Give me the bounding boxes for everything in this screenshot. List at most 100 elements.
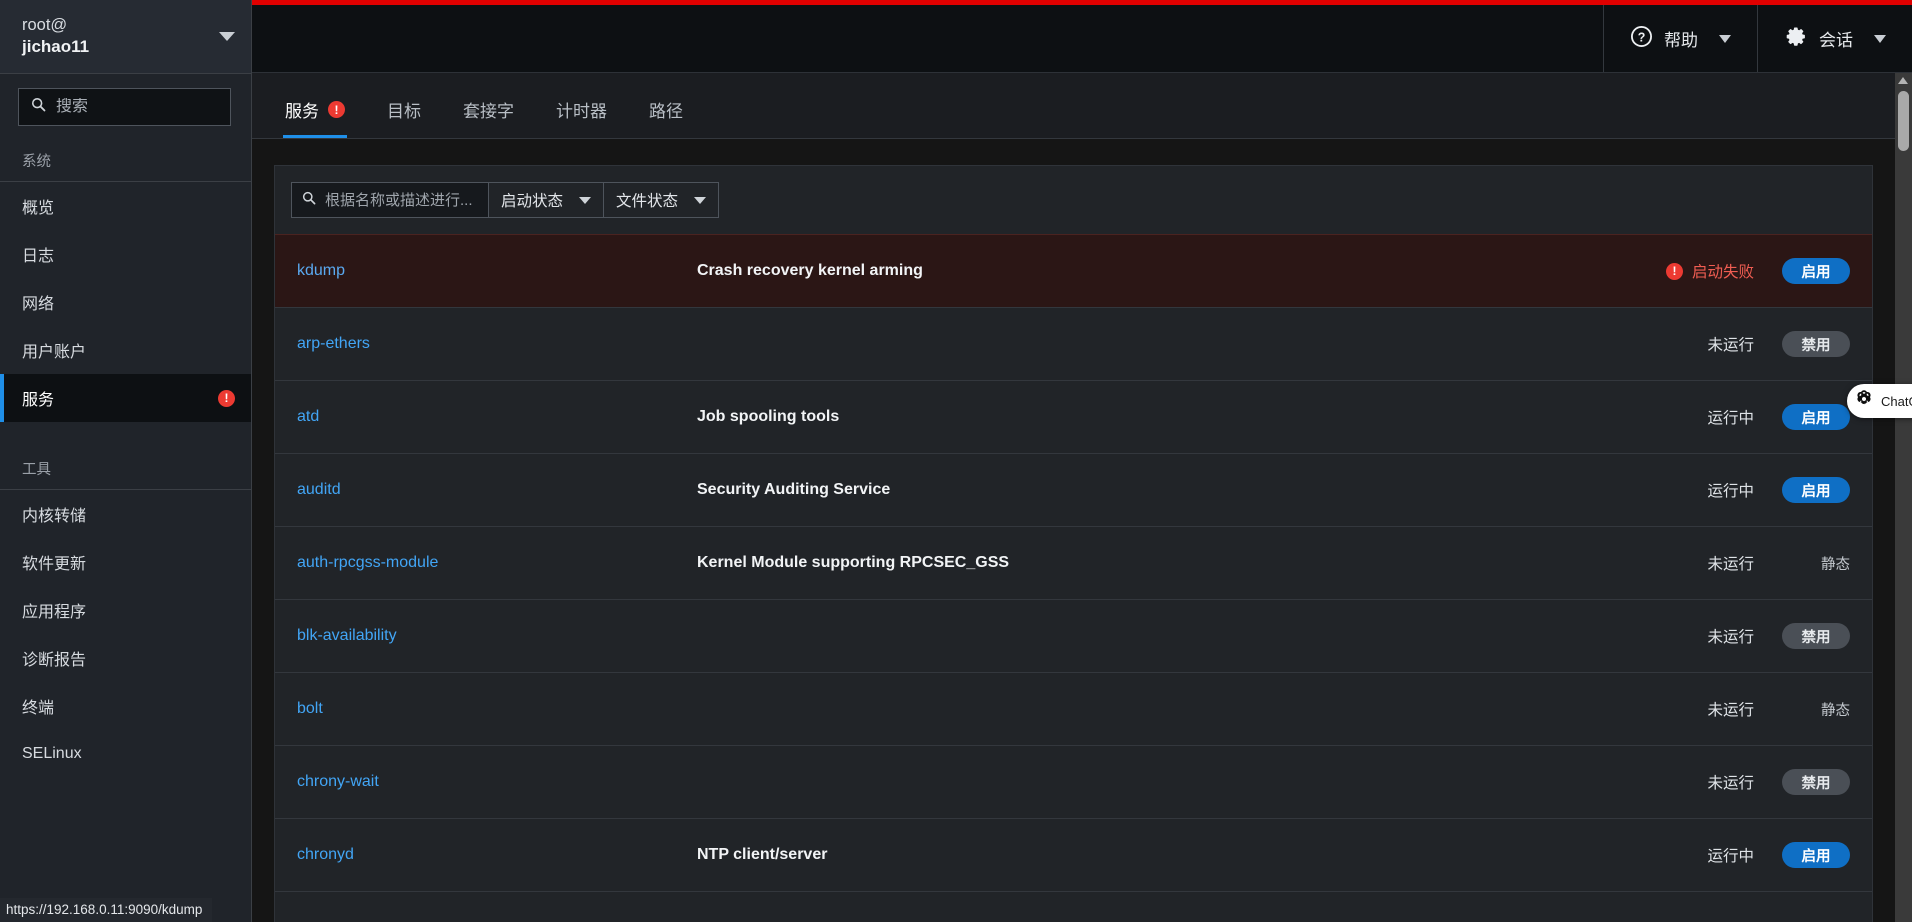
- services-toolbar: 启动状态 文件状态: [275, 166, 1872, 234]
- sidebar-item-label: 应用程序: [22, 604, 87, 621]
- service-state-label: 运行中: [1707, 848, 1754, 865]
- service-description-cell: Kernel Module supporting RPCSEC_GSS: [697, 554, 1642, 572]
- filter-startup-state[interactable]: 启动状态: [489, 182, 605, 218]
- service-link[interactable]: auditd: [297, 481, 341, 498]
- sidebar-search-wrap: [0, 74, 263, 136]
- session-button[interactable]: 会话: [1757, 5, 1912, 72]
- service-file-state-pill[interactable]: 禁用: [1782, 623, 1850, 649]
- tab-services[interactable]: 服务 !: [264, 97, 366, 138]
- sidebar-group-tools: 工具 内核转储 软件更新 应用程序 诊断报告 终端 SELinux: [0, 444, 251, 778]
- svg-text:?: ?: [1638, 30, 1646, 44]
- tab-paths[interactable]: 路径: [628, 97, 704, 138]
- table-row[interactable]: [275, 891, 1872, 922]
- scrollbar-thumb[interactable]: [1898, 91, 1909, 151]
- host-labels: root@ jichao11: [22, 15, 89, 58]
- host-switcher[interactable]: root@ jichao11: [0, 0, 251, 74]
- sidebar-item-diagnostic-reports[interactable]: 诊断报告: [0, 634, 251, 682]
- services-panel: 启动状态 文件状态 kdump Crash recovery kernel ar…: [252, 139, 1895, 922]
- sidebar-item-kernel-dump[interactable]: 内核转储: [0, 490, 251, 538]
- tab-sockets[interactable]: 套接字: [442, 97, 535, 138]
- search-input[interactable]: [56, 98, 263, 116]
- service-name-cell: chrony-wait: [297, 773, 697, 791]
- question-circle-icon: ?: [1630, 25, 1653, 53]
- help-button[interactable]: ? 帮助: [1603, 5, 1757, 72]
- service-state-label: 未运行: [1707, 702, 1754, 719]
- service-file-state-pill[interactable]: 禁用: [1782, 769, 1850, 795]
- service-file-state-pill[interactable]: 启用: [1782, 258, 1850, 284]
- tab-label: 服务: [285, 102, 319, 121]
- service-action-cell: 禁用: [1754, 623, 1850, 649]
- sidebar-search-box[interactable]: [18, 88, 263, 126]
- service-file-state-pill[interactable]: 启用: [1782, 477, 1850, 503]
- service-action-cell: 启用: [1754, 842, 1850, 868]
- table-row[interactable]: arp-ethers 未运行 禁用: [275, 307, 1872, 380]
- service-file-state-pill[interactable]: 禁用: [1782, 331, 1850, 357]
- table-row[interactable]: chrony-wait 未运行 禁用: [275, 745, 1872, 818]
- tab-label: 计时器: [556, 102, 607, 121]
- service-link[interactable]: kdump: [297, 262, 345, 279]
- sidebar-item-overview[interactable]: 概览: [0, 182, 251, 230]
- table-row[interactable]: bolt 未运行 静态: [275, 672, 1872, 745]
- table-row[interactable]: kdump Crash recovery kernel arming ! 启动失…: [275, 234, 1872, 307]
- service-description-cell: Job spooling tools: [697, 408, 1642, 426]
- services-search-input[interactable]: [325, 191, 478, 209]
- sidebar-item-networking[interactable]: 网络: [0, 278, 251, 326]
- service-action-cell: 禁用: [1754, 331, 1850, 357]
- sidebar-item-label: 网络: [22, 296, 55, 313]
- service-file-state-label: 静态: [1821, 556, 1850, 573]
- service-description: Crash recovery kernel arming: [697, 262, 923, 279]
- sidebar-item-logs[interactable]: 日志: [0, 230, 251, 278]
- service-link[interactable]: atd: [297, 408, 319, 425]
- status-url: https://192.168.0.11:9090/kdump: [0, 898, 213, 922]
- table-row[interactable]: auth-rpcgss-module Kernel Module support…: [275, 526, 1872, 599]
- sidebar-item-label: 用户账户: [22, 344, 87, 361]
- service-description: Job spooling tools: [697, 408, 840, 425]
- sidebar-item-label: 诊断报告: [22, 652, 87, 669]
- sidebar-item-software-updates[interactable]: 软件更新: [0, 538, 251, 586]
- service-description: Kernel Module supporting RPCSEC_GSS: [697, 554, 1010, 571]
- tab-timers[interactable]: 计时器: [535, 97, 628, 138]
- vertical-scrollbar[interactable]: [1895, 73, 1912, 922]
- filter-file-state[interactable]: 文件状态: [604, 182, 720, 218]
- service-file-state-pill[interactable]: 启用: [1782, 842, 1850, 868]
- service-link[interactable]: arp-ethers: [297, 335, 370, 352]
- service-link[interactable]: auth-rpcgss-module: [297, 554, 438, 571]
- service-link[interactable]: chrony-wait: [297, 773, 379, 790]
- sidebar-item-terminal[interactable]: 终端: [0, 682, 251, 730]
- sidebar-item-selinux[interactable]: SELinux: [0, 730, 251, 778]
- chevron-down-icon: [1719, 34, 1731, 43]
- scroll-up-arrow-icon[interactable]: [1898, 77, 1908, 84]
- service-file-state-pill[interactable]: 启用: [1782, 404, 1850, 430]
- service-action-cell: 静态: [1754, 699, 1850, 720]
- sidebar-item-accounts[interactable]: 用户账户: [0, 326, 251, 374]
- service-state-cell: 未运行: [1642, 333, 1754, 355]
- tab-label: 路径: [649, 102, 683, 121]
- status-badge: ! 启动失败: [1665, 260, 1754, 282]
- services-card: 启动状态 文件状态 kdump Crash recovery kernel ar…: [274, 165, 1873, 922]
- service-description-cell: Crash recovery kernel arming: [697, 262, 1642, 280]
- table-row[interactable]: chronyd NTP client/server 运行中 启用: [275, 818, 1872, 891]
- sidebar-item-services[interactable]: 服务 !: [0, 374, 251, 422]
- service-state-cell: 未运行: [1642, 625, 1754, 647]
- sidebar-group-title-tools: 工具: [0, 444, 251, 490]
- table-row[interactable]: auditd Security Auditing Service 运行中 启用: [275, 453, 1872, 526]
- chatgpt-widget[interactable]: ChatGPT: [1847, 384, 1912, 418]
- topbar: ? 帮助 会话: [252, 5, 1912, 73]
- service-file-state-label: 静态: [1821, 702, 1850, 719]
- sidebar-item-label: 终端: [22, 700, 55, 717]
- sidebar-item-applications[interactable]: 应用程序: [0, 586, 251, 634]
- chatgpt-widget-label: ChatGPT: [1881, 393, 1912, 409]
- table-row[interactable]: blk-availability 未运行 禁用: [275, 599, 1872, 672]
- service-link[interactable]: blk-availability: [297, 627, 397, 644]
- service-link[interactable]: bolt: [297, 700, 323, 717]
- services-search-box[interactable]: [291, 182, 489, 218]
- sidebar: root@ jichao11 系统 概览 日志 网络 用户账户: [0, 0, 263, 922]
- tab-targets[interactable]: 目标: [366, 97, 442, 138]
- chevron-down-icon: [579, 196, 592, 204]
- service-description: Security Auditing Service: [697, 481, 891, 498]
- tab-label: 套接字: [463, 102, 514, 121]
- service-state-cell: 运行中: [1642, 406, 1754, 428]
- sidebar-item-label: 软件更新: [22, 556, 87, 573]
- table-row[interactable]: atd Job spooling tools 运行中 启用: [275, 380, 1872, 453]
- service-link[interactable]: chronyd: [297, 846, 354, 863]
